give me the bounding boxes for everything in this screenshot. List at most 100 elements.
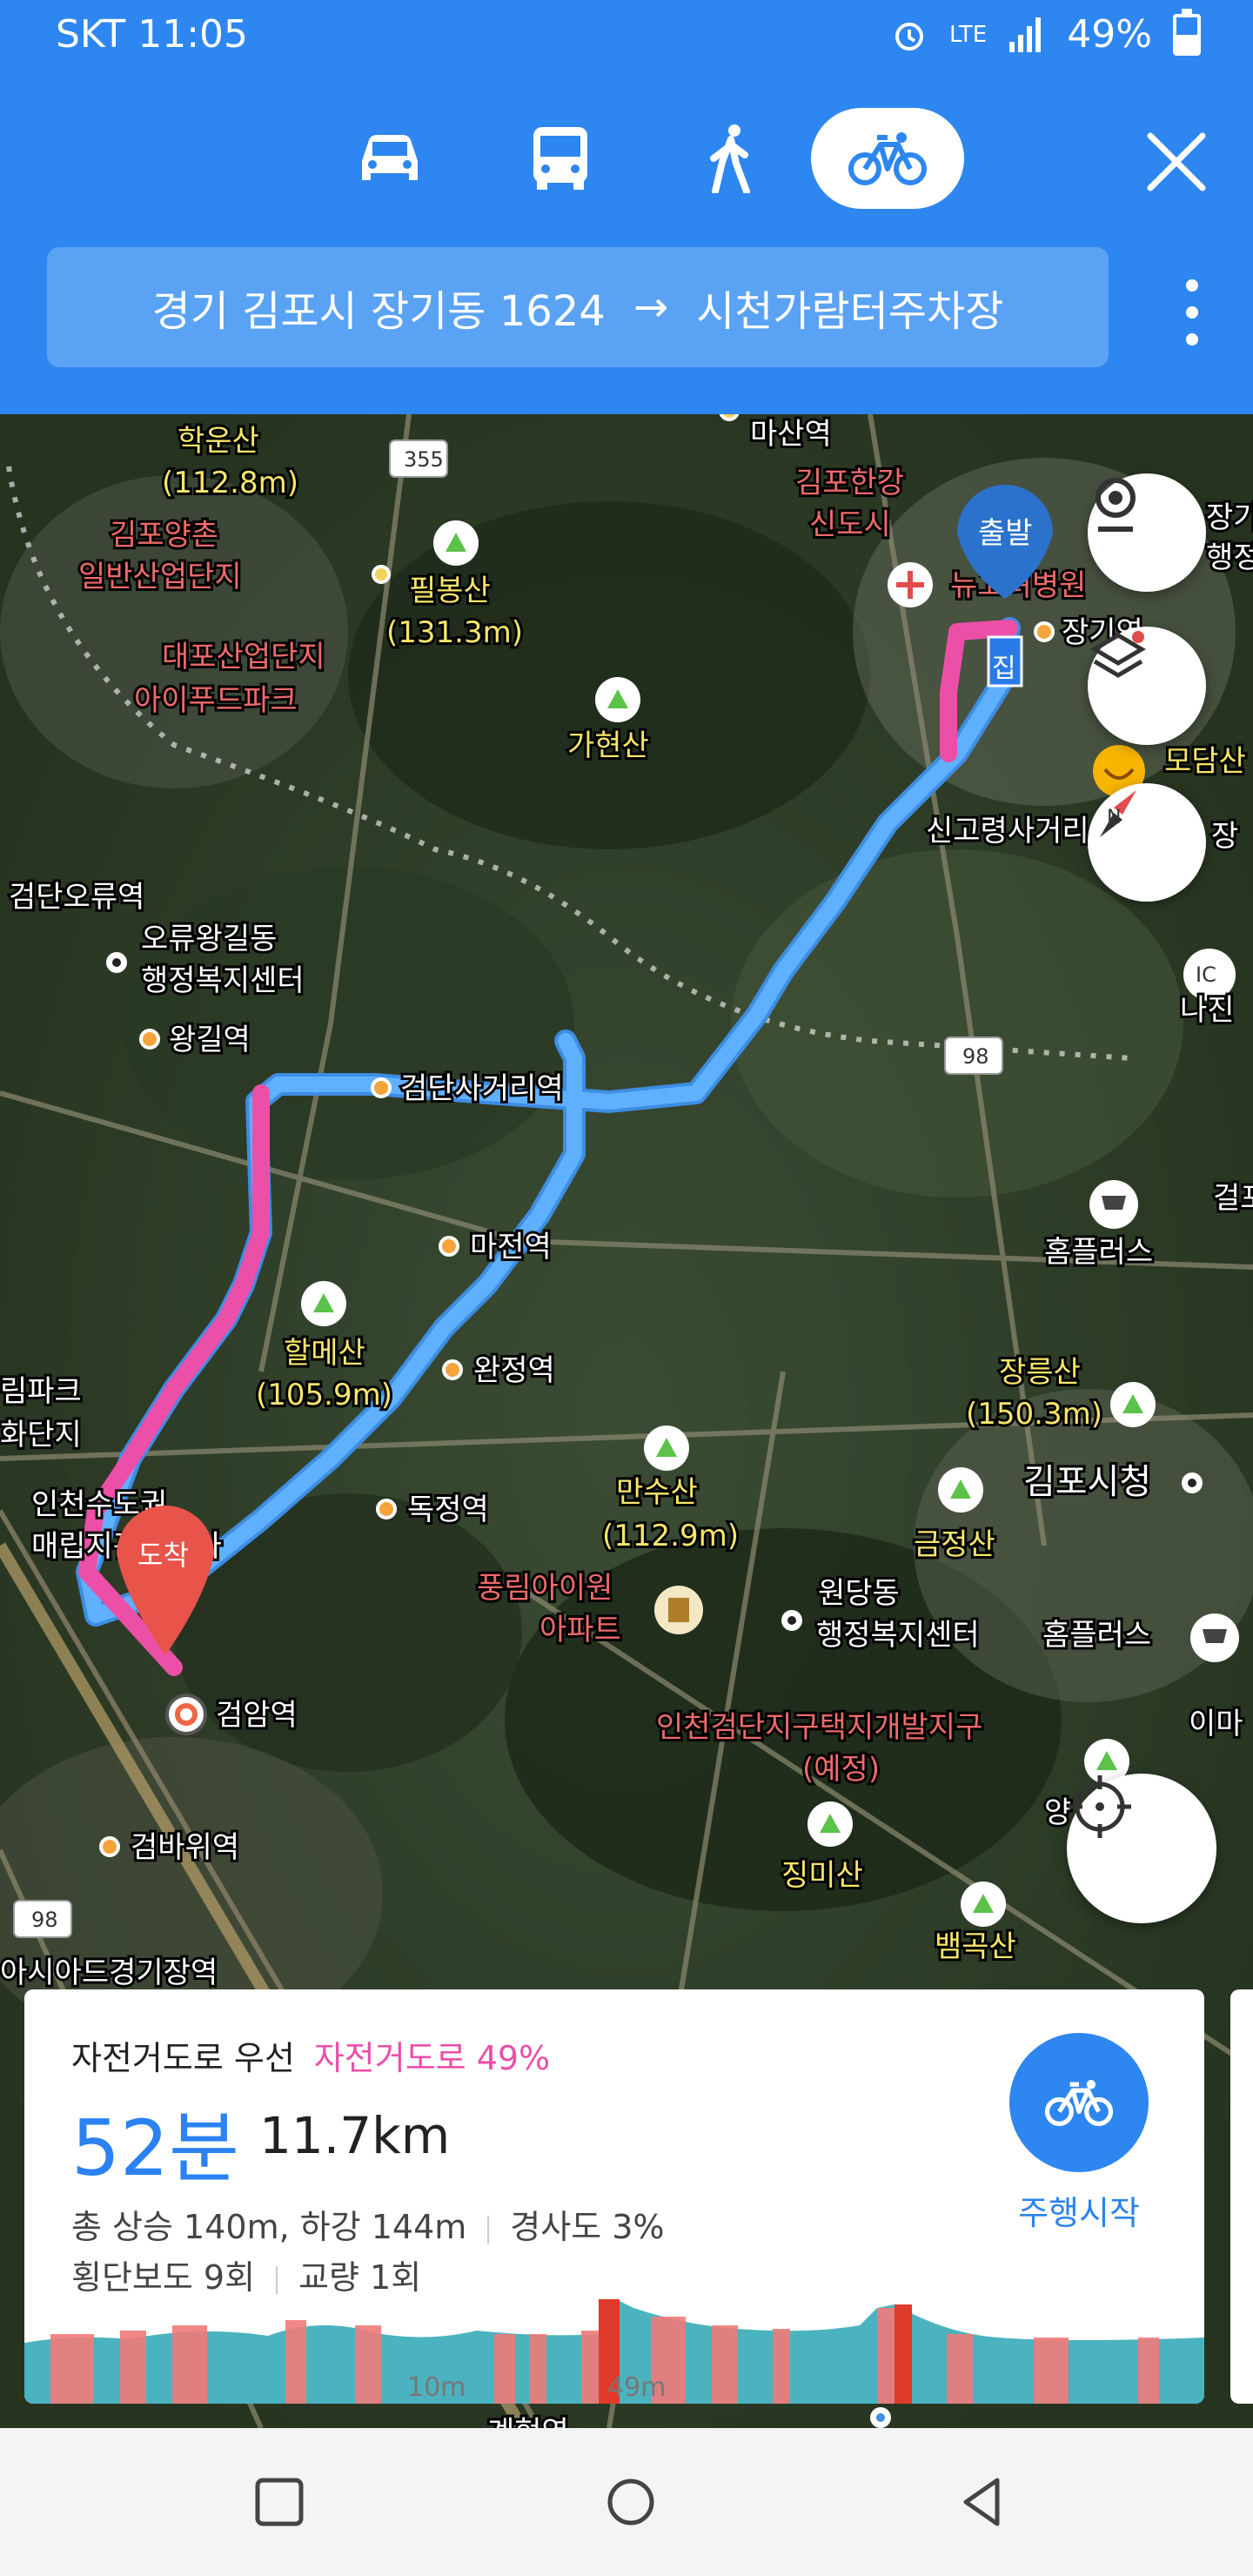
transport-mode-tabs xyxy=(313,108,975,212)
map-label: 아파트 xyxy=(539,1613,621,1647)
battery-percent: 49% xyxy=(1067,12,1152,57)
my-location-button[interactable] xyxy=(1067,1774,1216,1923)
map-label: 검암역 xyxy=(216,1698,298,1733)
bicycle-icon xyxy=(1044,2079,1114,2126)
map-label: 홈플러스 xyxy=(1044,1235,1153,1270)
profile-tick: 10m xyxy=(407,2372,466,2403)
route-summary-box[interactable]: 경기 김포시 장기동 1624 → 시천가람터주차장 xyxy=(47,247,1109,367)
map-label: 원당동 xyxy=(818,1576,900,1611)
home-label: 집 xyxy=(992,654,1016,684)
map-label: 화단지 xyxy=(0,1418,82,1452)
map-label: 홈플러스 xyxy=(1042,1618,1151,1653)
home-icon[interactable] xyxy=(600,2472,661,2532)
status-bar: SKT 11:05 LTE 49% xyxy=(0,0,1253,78)
map-label: 김포한강 xyxy=(795,466,904,500)
route-type-title: 자전거도로 우선 자전거도로 49% xyxy=(71,2031,550,2079)
layers-button[interactable] xyxy=(1088,627,1206,745)
compass-icon: N xyxy=(1100,790,1136,837)
map-label: 완정역 xyxy=(473,1353,555,1388)
map-label: (131.3m) xyxy=(386,615,523,650)
map-label: 장 xyxy=(1211,819,1238,854)
map-label: 아시아드경기장역 xyxy=(0,1955,218,1990)
map-label: 징미산 xyxy=(781,1858,863,1893)
map-label: (예정) xyxy=(802,1752,880,1787)
interchange-label: IC xyxy=(1196,963,1216,987)
map-label: 나진 xyxy=(1180,993,1235,1028)
bike-lane-percent: 자전거도로 49% xyxy=(313,2039,551,2077)
signal-icon xyxy=(1009,17,1042,52)
map-label: 인천검단지구택지개발지구 xyxy=(656,1710,982,1745)
battery-icon xyxy=(1173,8,1201,56)
end-marker-label: 도착 xyxy=(137,1539,189,1572)
layers-icon xyxy=(1090,631,1146,678)
map-label: 할메산 xyxy=(284,1336,365,1371)
map-label: 금정산 xyxy=(914,1527,995,1562)
location-pin-icon xyxy=(1096,478,1136,532)
map-label: 모담산 xyxy=(1164,744,1246,779)
bridge-text: 교량 1회 xyxy=(298,2258,422,2297)
mode-walk-tab[interactable] xyxy=(654,108,807,209)
system-nav-bar xyxy=(0,2428,1253,2576)
crosswalk-text: 횡단보도 9회 xyxy=(71,2258,256,2297)
crosshair-icon xyxy=(1069,1775,1131,1838)
elevation-info: 총 상승 140m, 하강 144m 경사도 3% xyxy=(71,2200,665,2248)
walk-icon xyxy=(710,124,750,193)
start-riding-button[interactable] xyxy=(1009,2033,1149,2172)
map-label: 필봉산 xyxy=(409,574,491,608)
map-label: 신도시 xyxy=(809,507,891,542)
map-label: (105.9m) xyxy=(256,1378,392,1412)
route-card[interactable]: 자전거도로 우선 자전거도로 49% 52분 11.7km 총 상승 140m, … xyxy=(24,1989,1204,2404)
map-label: 검바위역 xyxy=(131,1830,239,1865)
close-icon[interactable] xyxy=(1142,127,1211,197)
top-header: SKT 11:05 LTE 49% 경기 김포시 장기동 1624 → 시천가람… xyxy=(0,0,1253,414)
route-duration: 52분 xyxy=(71,2103,239,2193)
mode-bicycle-tab[interactable] xyxy=(811,108,964,209)
mode-car-tab[interactable] xyxy=(313,108,466,209)
car-icon xyxy=(362,135,418,180)
map-label: 마산역 xyxy=(750,417,832,452)
back-icon[interactable] xyxy=(952,2472,1013,2532)
start-riding-label[interactable]: 주행시작 xyxy=(992,2186,1166,2234)
status-time: SKT 11:05 xyxy=(56,12,249,57)
map-label: 뱀곡산 xyxy=(935,1929,1016,1964)
map-label: (112.9m) xyxy=(602,1519,739,1553)
map-label: 신고령사거리 xyxy=(926,814,1089,849)
next-route-card-peek[interactable] xyxy=(1230,1989,1253,2404)
map-label: 일반산업단지 xyxy=(78,560,242,594)
recent-apps-icon[interactable] xyxy=(249,2472,310,2532)
road-shield-label: 355 xyxy=(404,447,444,472)
route-distance: 11.7km xyxy=(259,2106,451,2165)
map-label: 독정역 xyxy=(407,1493,489,1527)
map-label: 왕길역 xyxy=(169,1023,251,1057)
map-label: 만수산 xyxy=(616,1475,698,1510)
origin-text: 경기 김포시 장기동 1624 xyxy=(151,287,606,336)
crossing-info: 횡단보도 9회 교량 1회 xyxy=(71,2251,421,2298)
map-label: 검단사거리역 xyxy=(400,1071,564,1106)
elevation-text: 총 상승 140m, 하강 144m xyxy=(71,2208,467,2246)
map-label: 장기 xyxy=(1206,500,1253,535)
map-label: 장릉산 xyxy=(999,1355,1081,1390)
svg-text:N: N xyxy=(1107,807,1121,828)
arrow-text: → xyxy=(633,283,669,332)
map-label: (150.3m) xyxy=(966,1397,1102,1432)
map-label: 김포시청 xyxy=(1023,1462,1151,1502)
road-shield-label: 98 xyxy=(31,1908,58,1932)
map-label: 행정복지센터 xyxy=(141,963,305,998)
map-label: 대포산업단지 xyxy=(162,640,325,674)
compass-button[interactable]: N xyxy=(1088,783,1206,902)
map-label: 이마 xyxy=(1189,1707,1243,1741)
street-view-button[interactable] xyxy=(1088,473,1206,592)
slope-text: 경사도 3% xyxy=(510,2208,665,2246)
map-label: 풍림아이원 xyxy=(477,1571,613,1606)
mode-bus-tab[interactable] xyxy=(484,108,637,209)
map-label: 행정 xyxy=(1206,540,1253,575)
map-label: 계현역 xyxy=(487,2415,569,2428)
start-marker-label: 출발 xyxy=(978,516,1033,551)
bicycle-icon xyxy=(848,132,927,185)
map-label: 마전역 xyxy=(470,1230,552,1265)
status-icons: LTE 49% xyxy=(890,8,1201,57)
alarm-icon xyxy=(895,22,923,50)
more-menu-icon[interactable] xyxy=(1183,273,1201,352)
map-label: 김포양촌 xyxy=(110,518,218,553)
map-label: 아이푸드파크 xyxy=(134,683,298,718)
